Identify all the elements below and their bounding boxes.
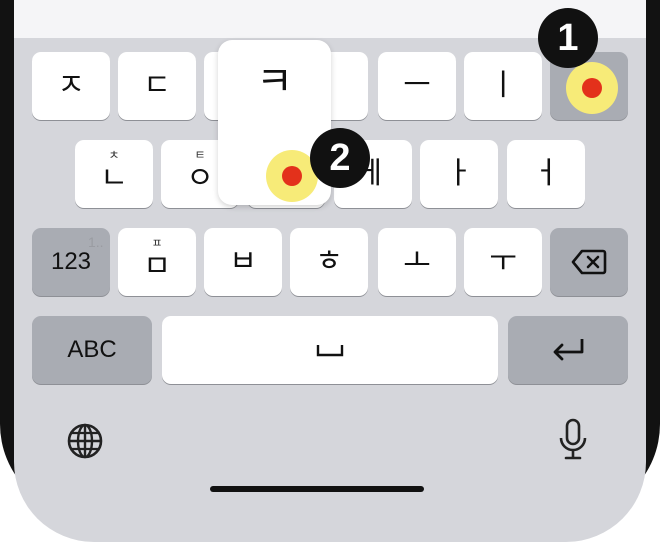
key-o[interactable]: ㅗ bbox=[378, 228, 456, 296]
key-label: ㅏ bbox=[445, 156, 473, 191]
key-label: ㅁ bbox=[143, 249, 171, 284]
key-label: ㅇ bbox=[186, 161, 214, 196]
key-a[interactable]: ㅏ bbox=[420, 140, 498, 208]
key-label: ㅈ bbox=[57, 68, 85, 103]
microphone-icon[interactable] bbox=[558, 418, 588, 462]
backspace-icon bbox=[571, 249, 607, 275]
key-sub-label: ㅍ bbox=[151, 236, 163, 250]
key-label: ㅓ bbox=[532, 156, 560, 191]
key-m[interactable]: ㅍ ㅁ bbox=[118, 228, 196, 296]
key-eu[interactable]: ㅡ bbox=[378, 52, 456, 120]
abc-key[interactable]: ABC bbox=[32, 316, 152, 384]
space-icon bbox=[316, 345, 344, 357]
key-d[interactable]: ㄷ bbox=[118, 52, 196, 120]
globe-icon[interactable] bbox=[66, 422, 104, 460]
key-label: ㅜ bbox=[489, 244, 517, 279]
key-j[interactable]: ㅈ bbox=[32, 52, 110, 120]
key-b[interactable]: ㅂ bbox=[204, 228, 282, 296]
numbers-label: 123 bbox=[50, 248, 92, 275]
key-sub-label: ㅊ bbox=[108, 148, 120, 162]
key-i[interactable]: ㅣ bbox=[464, 52, 542, 120]
abc-label: ABC bbox=[67, 336, 117, 363]
key-label: ㄴ bbox=[100, 161, 128, 196]
key-eo[interactable]: ㅓ bbox=[507, 140, 585, 208]
return-icon bbox=[553, 339, 584, 361]
backspace-key[interactable] bbox=[550, 228, 628, 296]
key-label: ㅡ bbox=[403, 68, 431, 103]
key-h[interactable]: ㅎ bbox=[290, 228, 368, 296]
step-badge-1: 1 bbox=[538, 8, 598, 68]
key-label: ㅣ bbox=[489, 68, 517, 103]
home-indicator[interactable] bbox=[210, 486, 424, 492]
key-label: ㅗ bbox=[403, 244, 431, 279]
popup-glyph: ㅋ bbox=[256, 59, 293, 105]
return-key[interactable] bbox=[508, 316, 628, 384]
key-label: ㄷ bbox=[143, 68, 171, 103]
space-key[interactable] bbox=[162, 316, 498, 384]
key-label: ㅂ bbox=[229, 244, 257, 279]
key-u[interactable]: ㅜ bbox=[464, 228, 542, 296]
key-n[interactable]: ㅊ ㄴ bbox=[75, 140, 153, 208]
key-label: ㅎ bbox=[315, 244, 343, 279]
step-badge-2: 2 bbox=[310, 128, 370, 188]
tap-marker-1 bbox=[566, 62, 618, 114]
numbers-hint: 1.. bbox=[88, 234, 104, 250]
